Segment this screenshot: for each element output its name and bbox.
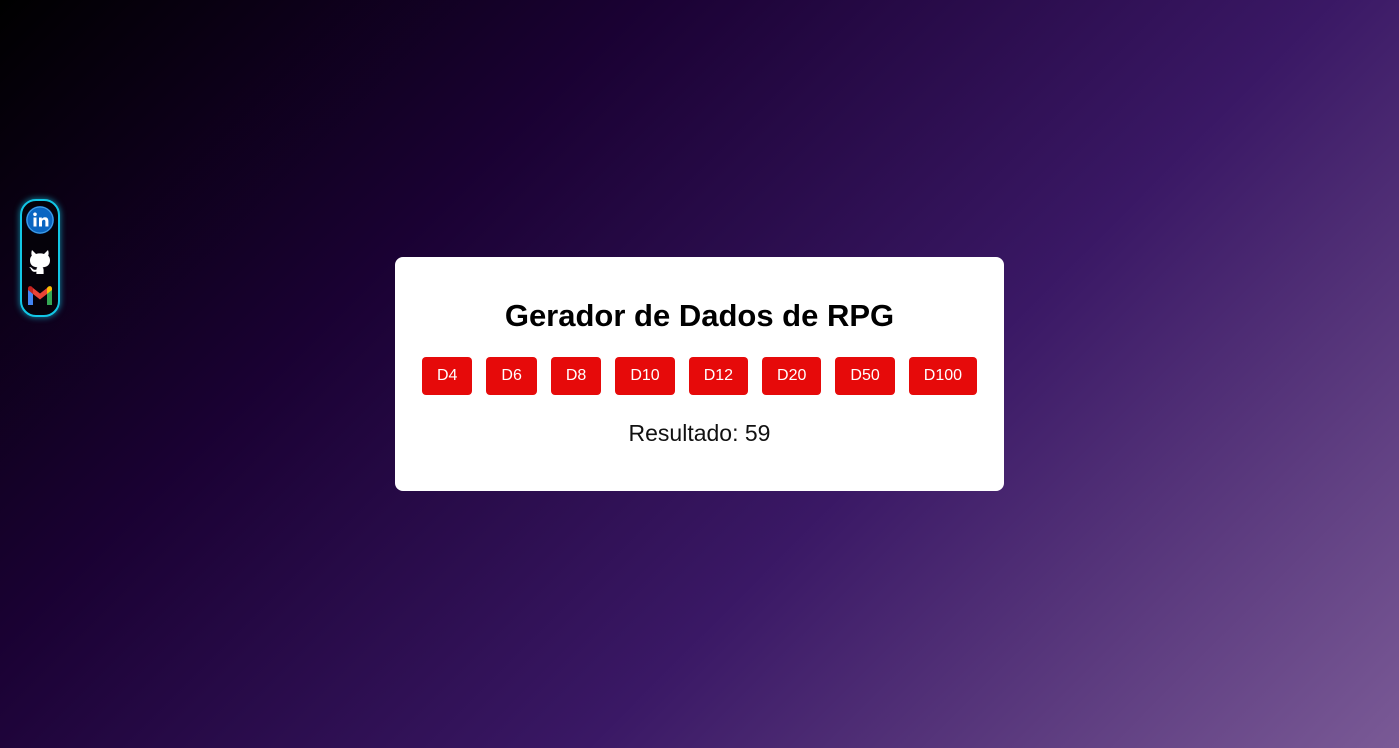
d50-button[interactable]: D50 bbox=[835, 357, 895, 395]
linkedin-icon bbox=[26, 206, 54, 234]
gmail-icon bbox=[28, 286, 52, 305]
d20-button[interactable]: D20 bbox=[762, 357, 822, 395]
dice-buttons: D4 D6 D8 D10 D12 D20 D50 D100 bbox=[395, 357, 1004, 395]
result-value: 59 bbox=[744, 420, 771, 446]
github-link[interactable] bbox=[25, 245, 55, 275]
d8-button[interactable]: D8 bbox=[550, 357, 602, 395]
result-display: Resultado: 59 bbox=[395, 419, 1004, 447]
page-title: Gerador de Dados de RPG bbox=[504, 298, 895, 333]
linkedin-link[interactable] bbox=[25, 205, 55, 235]
d4-button[interactable]: D4 bbox=[421, 357, 473, 395]
d6-button[interactable]: D6 bbox=[486, 357, 537, 395]
d12-button[interactable]: D12 bbox=[688, 357, 749, 395]
dice-card: Gerador de Dados de RPG D4 D6 D8 D10 D12… bbox=[395, 257, 1004, 491]
github-icon bbox=[29, 250, 50, 274]
d100-button[interactable]: D100 bbox=[908, 357, 978, 395]
gmail-link[interactable] bbox=[25, 281, 55, 311]
d10-button[interactable]: D10 bbox=[615, 357, 675, 395]
result-label: Resultado: bbox=[628, 420, 739, 446]
social-sidebar bbox=[20, 199, 60, 317]
